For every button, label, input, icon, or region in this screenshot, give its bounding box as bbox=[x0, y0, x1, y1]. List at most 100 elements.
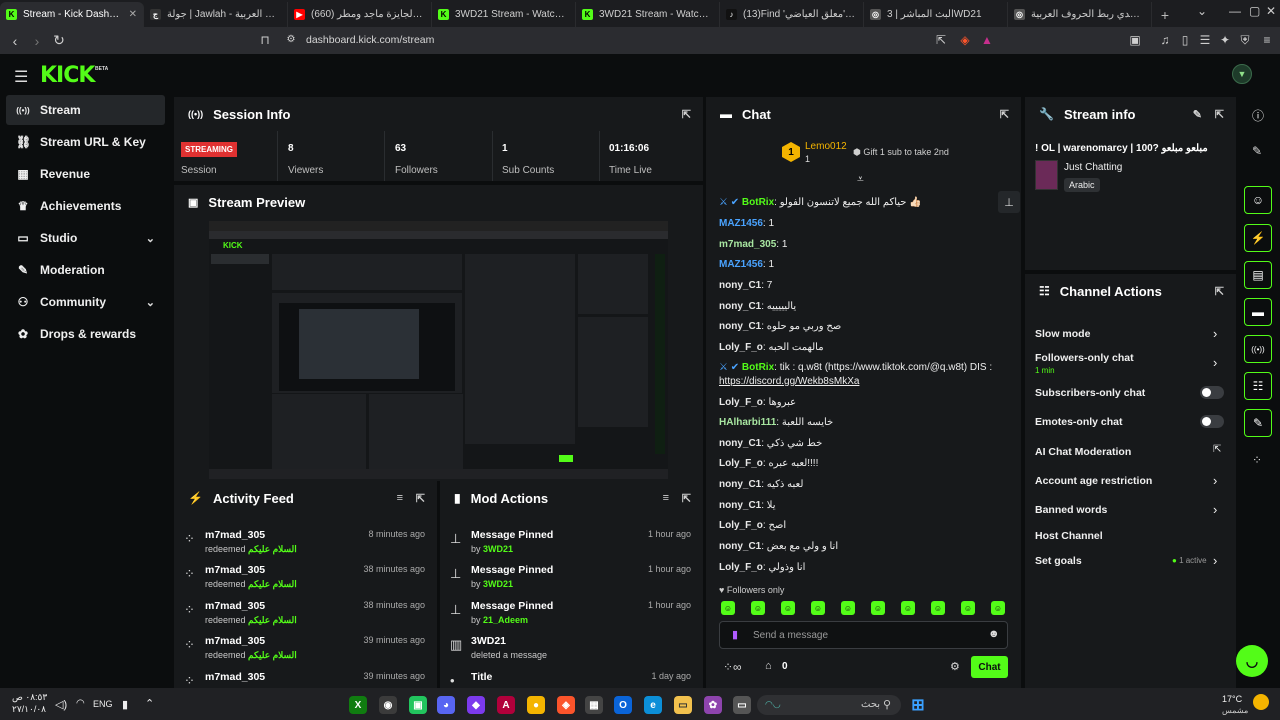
sidebar-item-achievements[interactable]: ♛ Achievements bbox=[6, 191, 165, 221]
share-icon[interactable]: ⇱ bbox=[934, 33, 948, 47]
tab-search-icon[interactable]: ⌄ bbox=[1197, 4, 1207, 18]
close-tab-icon[interactable]: ✕ bbox=[129, 9, 137, 20]
popout-icon[interactable]: ⇱ bbox=[682, 492, 691, 505]
wifi-icon[interactable]: ◠ bbox=[76, 698, 85, 709]
edge-icon[interactable]: e bbox=[644, 696, 662, 714]
chat-username[interactable]: BotRix bbox=[742, 362, 774, 373]
emote-icon[interactable]: ☺ bbox=[811, 601, 825, 615]
app-icon[interactable]: ◆ bbox=[467, 696, 485, 714]
browser-tab[interactable]: ◎ البث المباشر | 3WD21 bbox=[864, 2, 1008, 27]
chevron-right-icon[interactable]: › bbox=[1213, 355, 1217, 370]
help-button[interactable]: ◡ bbox=[1236, 645, 1268, 677]
send-chat-button[interactable]: Chat bbox=[971, 656, 1008, 678]
sidebar-item-community[interactable]: ⚇ Community ⌄ bbox=[6, 287, 165, 317]
brave-shield-icon[interactable]: ◈ bbox=[958, 33, 972, 47]
taskbar-search[interactable]: ◠◡ بحث ⚲ bbox=[757, 695, 901, 715]
followers-only-item[interactable]: Followers-only chat bbox=[1035, 352, 1134, 364]
browser-tab[interactable]: K 3WD21 Stream - Watch Live bbox=[432, 2, 576, 27]
tray-expand-icon[interactable]: ⌃ bbox=[145, 697, 154, 710]
chevron-right-icon[interactable]: › bbox=[1213, 473, 1217, 488]
sidebar-toggle-icon[interactable]: ▣ bbox=[1128, 33, 1142, 47]
back-icon[interactable]: ‹ bbox=[4, 33, 26, 49]
browser-tab[interactable]: ججولة | Jawlah - منصة الألعاب العربية bbox=[144, 2, 288, 27]
language-indicator[interactable]: ENG bbox=[93, 699, 113, 709]
gift-sub-cta[interactable]: ⬢ Gift 1 sub to take 2nd bbox=[853, 147, 949, 158]
emote-icon[interactable]: ☺ bbox=[931, 601, 945, 615]
chevron-right-icon[interactable]: › bbox=[1213, 553, 1217, 568]
rail-button-chat[interactable]: ▬ bbox=[1244, 298, 1272, 326]
chat-settings-icon[interactable]: ⚙ bbox=[950, 660, 960, 673]
media-icon[interactable]: ♫ bbox=[1158, 33, 1172, 47]
task-view-icon[interactable]: ▭ bbox=[733, 696, 751, 714]
chat-username[interactable]: m7mad_305 bbox=[719, 239, 776, 250]
chat-username[interactable]: BotRix bbox=[742, 197, 774, 208]
browser-tab[interactable]: ▶(660) يستاهل الجايزة ماجد ومطر bbox=[288, 2, 432, 27]
sidebar-item-studio[interactable]: ▭ Studio ⌄ bbox=[6, 223, 165, 253]
emote-icon[interactable]: ☺ bbox=[781, 601, 795, 615]
edit-icon[interactable]: ✎ bbox=[1252, 144, 1262, 158]
category-thumbnail[interactable] bbox=[1035, 160, 1058, 190]
chat-username[interactable]: nony_C1 bbox=[719, 438, 761, 449]
app-icon[interactable]: ▦ bbox=[585, 696, 603, 714]
chat-username[interactable]: Loly_F_o bbox=[719, 520, 763, 531]
outlook-icon[interactable]: O bbox=[614, 696, 632, 714]
chat-username[interactable]: MAZ1456 bbox=[719, 259, 763, 270]
file-explorer-icon[interactable]: ▭ bbox=[674, 696, 692, 714]
sidebar-item-stream[interactable]: ((•)) Stream bbox=[6, 95, 165, 125]
emote-icon[interactable]: ☺ bbox=[751, 601, 765, 615]
sidebar-item-revenue[interactable]: ▦ Revenue bbox=[6, 159, 165, 189]
app-icon[interactable]: A bbox=[497, 696, 515, 714]
chat-username[interactable]: nony_C1 bbox=[719, 280, 761, 291]
chat-username[interactable]: nony_C1 bbox=[719, 500, 761, 511]
rail-button-session[interactable]: ((•)) bbox=[1244, 335, 1272, 363]
extensions-icon[interactable]: ✦ bbox=[1218, 33, 1232, 47]
browser-tab[interactable]: ♪(13)Find 'معلق العياضي' on TikTok bbox=[720, 2, 864, 27]
chat-username[interactable]: MAZ1456 bbox=[719, 218, 763, 229]
rail-button-emotes[interactable]: ☺ bbox=[1244, 186, 1272, 214]
emote-icon[interactable]: ☺ bbox=[871, 601, 885, 615]
kick-logo[interactable]: KICK bbox=[40, 63, 95, 88]
popout-icon[interactable]: ⇱ bbox=[1000, 108, 1009, 121]
emote-icon[interactable]: ☺ bbox=[901, 601, 915, 615]
reading-list-icon[interactable]: ▯ bbox=[1178, 33, 1192, 47]
app-icon[interactable]: ● bbox=[527, 696, 545, 714]
host-channel-item[interactable]: Host Channel bbox=[1035, 530, 1103, 542]
slow-mode-item[interactable]: Slow mode bbox=[1035, 328, 1090, 340]
reload-icon[interactable]: ↻ bbox=[48, 32, 70, 49]
menu-icon[interactable]: ≡ bbox=[1260, 33, 1274, 47]
start-icon[interactable]: ⊞ bbox=[909, 696, 927, 714]
rail-button-channel-actions[interactable]: ☷ bbox=[1244, 372, 1272, 400]
chat-username[interactable]: nony_C1 bbox=[719, 321, 761, 332]
ai-chat-moderation-item[interactable]: AI Chat Moderation bbox=[1035, 446, 1131, 458]
chevron-right-icon[interactable]: › bbox=[1213, 326, 1217, 341]
chat-username[interactable]: nony_C1 bbox=[719, 541, 761, 552]
collapse-icon[interactable]: ⩡ bbox=[857, 172, 864, 187]
account-age-item[interactable]: Account age restriction bbox=[1035, 475, 1152, 487]
sidebar-item-drops-rewards[interactable]: ✿ Drops & rewards bbox=[6, 319, 165, 349]
rail-button-mod-actions[interactable]: ▤ bbox=[1244, 261, 1272, 289]
popout-icon[interactable]: ⇱ bbox=[1215, 108, 1224, 121]
info-icon[interactable]: ⓘ bbox=[1252, 107, 1264, 124]
clock-date[interactable]: ٢٧/١٠/٠٨ bbox=[12, 704, 46, 715]
emote-icon[interactable]: ☺ bbox=[991, 601, 1005, 615]
app-icon[interactable]: ▣ bbox=[409, 696, 427, 714]
top-gifter-name[interactable]: Lemo012 bbox=[805, 141, 847, 152]
hamburger-menu-icon[interactable]: ☰ bbox=[14, 67, 28, 87]
emote-icon[interactable]: ☺ bbox=[841, 601, 855, 615]
microphone-icon[interactable]: ▮ bbox=[122, 698, 128, 711]
user-avatar[interactable]: ▼ bbox=[1232, 64, 1252, 84]
rewards-icon[interactable]: ▲ bbox=[980, 33, 994, 47]
popout-icon[interactable]: ⇱ bbox=[1215, 285, 1224, 298]
discord-icon[interactable]: ◕ bbox=[437, 696, 455, 714]
new-tab-button[interactable]: + bbox=[1152, 2, 1178, 27]
brave-icon[interactable]: ◈ bbox=[557, 696, 575, 714]
maximize-icon[interactable]: ▢ bbox=[1249, 4, 1260, 18]
community-points-icon[interactable]: ⁘ bbox=[1252, 453, 1262, 467]
volume-icon[interactable]: ◁) bbox=[55, 698, 67, 711]
category-name[interactable]: Just Chatting bbox=[1064, 162, 1122, 173]
chat-input[interactable]: ▮ Send a message ☻ bbox=[719, 621, 1008, 649]
bookmark-icon[interactable]: ⊓ bbox=[258, 33, 272, 47]
set-goals-item[interactable]: Set goals bbox=[1035, 555, 1082, 567]
chat-username[interactable]: Loly_F_o bbox=[719, 458, 763, 469]
chat-username[interactable]: Loly_F_o bbox=[719, 397, 763, 408]
